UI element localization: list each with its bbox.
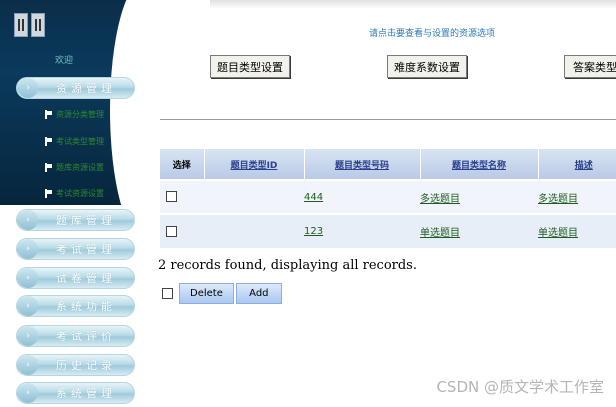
type-code-link[interactable]: 444 bbox=[304, 192, 323, 203]
type-desc-cell: 多选题目 bbox=[538, 179, 616, 214]
delete-button[interactable]: Delete bbox=[179, 283, 234, 304]
column-header-desc[interactable]: 描述 bbox=[538, 149, 616, 180]
column-header-select: 选择 bbox=[160, 149, 205, 180]
sidebar-top-icons bbox=[14, 13, 45, 37]
records-summary: 2 records found, displaying all records. bbox=[158, 258, 417, 273]
table-row: 123 单选题目 单选题目 bbox=[160, 213, 616, 248]
sidebar-item-label: 资源管理 bbox=[56, 82, 116, 95]
collapse-icon[interactable] bbox=[14, 13, 28, 37]
type-name-cell: 多选题目 bbox=[420, 179, 538, 214]
table-header-row: 选择 题目类型ID 题目类型号码 题目类型名称 描述 bbox=[160, 149, 616, 180]
sidebar-item-label: 系统管理 bbox=[56, 387, 116, 400]
row-checkbox[interactable] bbox=[166, 225, 177, 237]
type-desc-cell: 单选题目 bbox=[538, 213, 616, 248]
row-select-cell bbox=[160, 179, 204, 214]
sidebar-item-label: 系统功能 bbox=[56, 300, 116, 313]
action-bar: Delete Add bbox=[162, 283, 282, 304]
sidebar-item-exam-evaluation[interactable]: › 考试评价 bbox=[16, 325, 135, 347]
divider bbox=[160, 119, 616, 120]
sidebar-subitem-label: 考试资源设置 bbox=[56, 189, 104, 198]
type-code-link[interactable]: 123 bbox=[304, 226, 323, 237]
sidebar-subitem-label: 题库资源设置 bbox=[56, 163, 104, 172]
main-content: 请点击要查看与设置的资源选项 题目类型设置 难度系数设置 答案类型设置 选择 题… bbox=[150, 0, 616, 407]
type-name-link[interactable]: 单选题目 bbox=[420, 228, 460, 239]
sidebar-item-paper-management[interactable]: › 试卷管理 bbox=[16, 267, 135, 289]
flag-icon bbox=[45, 189, 53, 198]
flag-icon bbox=[45, 110, 53, 119]
column-header-id[interactable]: 题目类型ID bbox=[204, 149, 305, 180]
select-all-checkbox[interactable] bbox=[162, 288, 173, 299]
row-checkbox[interactable] bbox=[166, 191, 177, 203]
top-decoration bbox=[210, 0, 616, 9]
flag-icon bbox=[45, 163, 53, 172]
sidebar-item-system-management[interactable]: › 系统管理 bbox=[16, 382, 135, 404]
column-header-code[interactable]: 题目类型号码 bbox=[304, 149, 421, 180]
welcome-text: 欢迎 bbox=[55, 56, 74, 66]
table-row: 444 多选题目 多选题目 bbox=[160, 179, 616, 214]
flag-icon bbox=[45, 137, 53, 146]
sidebar-item-exam-management[interactable]: › 考试管理 bbox=[16, 238, 135, 260]
type-name-link[interactable]: 多选题目 bbox=[420, 194, 460, 205]
chevron-right-icon: › bbox=[18, 326, 38, 346]
row-select-cell bbox=[160, 213, 204, 248]
sidebar-subitem-label: 资源分类管理 bbox=[56, 110, 104, 119]
type-desc-link[interactable]: 单选题目 bbox=[538, 228, 578, 239]
column-header-name[interactable]: 题目类型名称 bbox=[420, 149, 539, 180]
type-id-cell bbox=[204, 179, 304, 214]
sidebar-subitem[interactable]: 资源分类管理 bbox=[45, 109, 104, 120]
type-code-cell: 123 bbox=[304, 213, 420, 248]
difficulty-settings-button[interactable]: 难度系数设置 bbox=[387, 55, 467, 78]
chevron-right-icon: › bbox=[18, 268, 38, 288]
answer-type-settings-button[interactable]: 答案类型设置 bbox=[564, 55, 616, 78]
add-button[interactable]: Add bbox=[235, 283, 282, 304]
question-type-settings-button[interactable]: 题目类型设置 bbox=[210, 55, 290, 78]
sidebar-item-label: 试卷管理 bbox=[56, 272, 116, 285]
question-type-table: 选择 题目类型ID 题目类型号码 题目类型名称 描述 444 多选题目 多选题目… bbox=[160, 149, 616, 248]
watermark-text: CSDN @质文学术工作室 bbox=[436, 378, 604, 396]
sidebar-subitem[interactable]: 考试资源设置 bbox=[45, 188, 104, 199]
chevron-right-icon: › bbox=[18, 296, 38, 316]
sidebar-subitem[interactable]: 题库资源设置 bbox=[45, 162, 104, 173]
sidebar-subitem[interactable]: 考试类型管理 bbox=[45, 136, 104, 147]
sidebar-item-resource-management[interactable]: › 资源管理 bbox=[16, 77, 135, 99]
sidebar-subitem-label: 考试类型管理 bbox=[56, 137, 104, 146]
type-id-cell bbox=[204, 213, 304, 248]
sidebar-item-label: 考试管理 bbox=[56, 243, 116, 256]
sidebar: 欢迎 › 资源管理 资源分类管理 考试类型管理 题库资源设置 考试资源设置 › … bbox=[0, 0, 150, 407]
instruction-text: 请点击要查看与设置的资源选项 bbox=[369, 29, 496, 39]
sidebar-item-history[interactable]: › 历史记录 bbox=[16, 354, 135, 376]
sidebar-item-label: 题库管理 bbox=[56, 214, 116, 227]
sidebar-item-label: 历史记录 bbox=[56, 359, 116, 372]
chevron-right-icon: › bbox=[18, 383, 38, 403]
type-code-cell: 444 bbox=[304, 179, 420, 214]
type-name-cell: 单选题目 bbox=[420, 213, 538, 248]
chevron-right-icon: › bbox=[18, 210, 38, 230]
chevron-right-icon: › bbox=[18, 239, 38, 259]
expand-icon[interactable] bbox=[31, 13, 45, 37]
sidebar-item-question-bank[interactable]: › 题库管理 bbox=[16, 209, 135, 231]
sidebar-item-label: 考试评价 bbox=[56, 330, 116, 343]
sidebar-item-system-functions[interactable]: › 系统功能 bbox=[16, 295, 135, 317]
chevron-right-icon: › bbox=[18, 78, 38, 98]
chevron-right-icon: › bbox=[18, 355, 38, 375]
type-desc-link[interactable]: 多选题目 bbox=[538, 194, 578, 205]
